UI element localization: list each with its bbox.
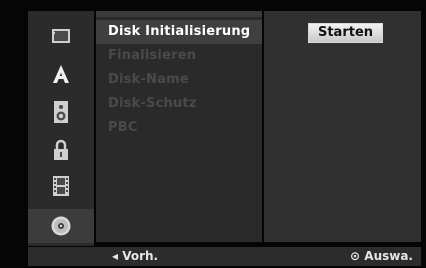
option-panel: Starten [264,11,421,242]
padlock-icon [54,139,68,160]
footer-hint-bar: ◂ Vorh. ⊙ Auswa. [28,247,421,266]
menu-item-disk-name[interactable]: Disk-Name [96,68,262,92]
sidebar-item-lock[interactable] [28,133,94,167]
filmstrip-icon [53,176,69,196]
sidebar-item-display[interactable] [28,19,94,53]
sidebar-item-language[interactable] [28,57,94,91]
speaker-icon [54,101,68,123]
sidebar-item-recording[interactable] [28,169,94,203]
sidebar-item-disc[interactable] [28,209,94,243]
disc-icon [51,216,71,236]
menu-item-pbc[interactable]: PBC [96,116,262,140]
select-hint: ⊙ Auswa. [350,249,413,263]
menu-top-bar [96,11,262,17]
disc-settings-menu: Disk Initialisierung Finalisieren Disk-N… [96,11,262,242]
sidebar-item-audio[interactable] [28,95,94,129]
menu-item-disk-schutz[interactable]: Disk-Schutz [96,92,262,116]
dvd-setup-screen: Disk Initialisierung Finalisieren Disk-N… [0,0,426,268]
menu-item-finalisieren[interactable]: Finalisieren [96,44,262,68]
menu-item-disk-initialisierung[interactable]: Disk Initialisierung [96,20,262,44]
starten-button[interactable]: Starten [308,23,383,43]
film-display-icon [52,29,70,43]
previous-hint: ◂ Vorh. [112,249,159,263]
category-sidebar [28,11,94,246]
letter-a-icon [53,65,69,83]
